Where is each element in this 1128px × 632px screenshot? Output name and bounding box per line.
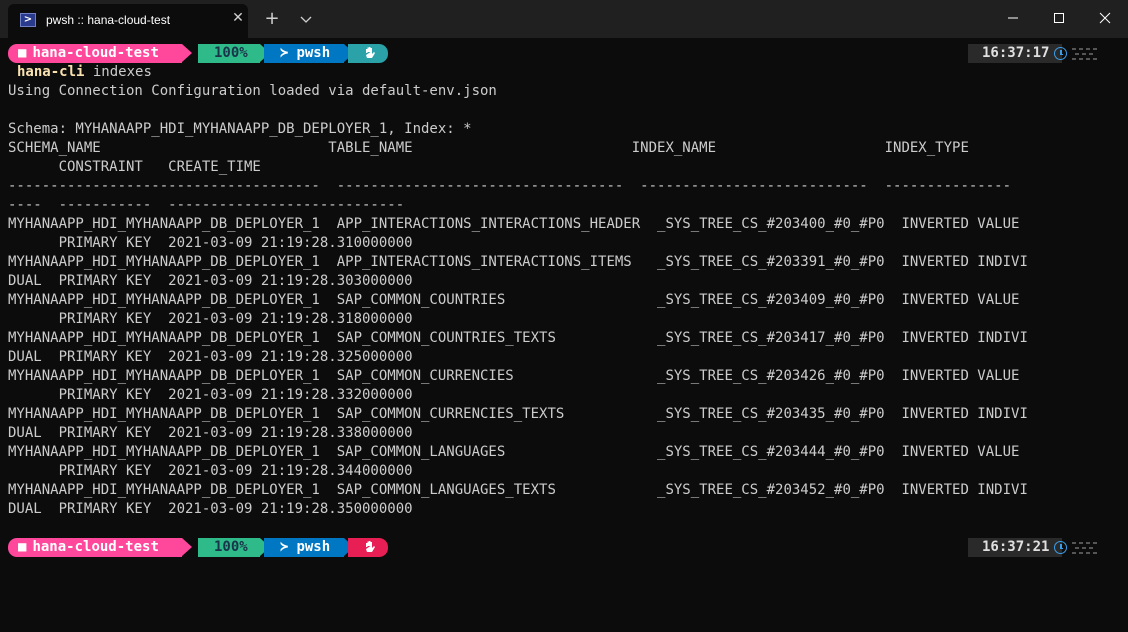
- maximize-button[interactable]: [1036, 0, 1082, 36]
- shell-segment: ≻ pwsh: [264, 44, 344, 63]
- battery-level: 100%: [214, 539, 248, 555]
- hand-icon: [366, 47, 375, 58]
- prompt-path-segment: ■ hana-cloud-test: [8, 44, 182, 63]
- prompt-time: 16:37:21: [968, 538, 1062, 557]
- shell-segment: ≻ pwsh: [264, 538, 344, 557]
- new-tab-button[interactable]: +: [262, 8, 282, 30]
- battery-segment: 100%: [198, 538, 260, 557]
- clock-icon: [1054, 541, 1067, 554]
- segment-arrow: [182, 44, 192, 62]
- output-line: Using Connection Configuration loaded vi…: [8, 83, 497, 99]
- prompt-path: hana-cloud-test: [32, 45, 159, 61]
- command-name: hana-cli: [17, 64, 85, 80]
- table-header: CONSTRAINT CREATE_TIME: [8, 159, 261, 175]
- minimize-icon: [1008, 17, 1018, 19]
- tab-dropdown-button[interactable]: [296, 9, 316, 29]
- table-row: MYHANAAPP_HDI_MYHANAAPP_DB_DEPLOYER_1 SA…: [8, 482, 1028, 498]
- table-row: DUAL PRIMARY KEY 2021-03-09 21:19:28.303…: [8, 273, 413, 289]
- battery-level: 100%: [214, 45, 248, 61]
- shell-name: pwsh: [296, 45, 331, 61]
- prompt-trail-icon: [1072, 48, 1097, 60]
- title-bar: > pwsh :: hana-cloud-test ✕ +: [0, 0, 1128, 38]
- table-divider: ------------------------------------- --…: [8, 178, 1012, 194]
- battery-segment: 100%: [198, 44, 260, 63]
- table-row: PRIMARY KEY 2021-03-09 21:19:28.33200000…: [8, 387, 413, 403]
- folder-icon: ■: [18, 539, 27, 555]
- table-row: PRIMARY KEY 2021-03-09 21:19:28.31000000…: [8, 235, 413, 251]
- segment-arrow: [182, 538, 192, 556]
- output-line: Schema: MYHANAAPP_HDI_MYHANAAPP_DB_DEPLO…: [8, 121, 472, 137]
- shell-chevron-icon: ≻: [280, 539, 289, 555]
- table-row: DUAL PRIMARY KEY 2021-03-09 21:19:28.325…: [8, 349, 413, 365]
- close-tab-icon[interactable]: ✕: [230, 10, 246, 28]
- status-segment: [348, 538, 388, 557]
- prompt-time: 16:37:17: [968, 44, 1062, 63]
- prompt-line: ■ hana-cloud-test 100% ≻ pwsh 16:37:17: [8, 44, 1120, 63]
- table-divider: ---- ----------- -----------------------…: [8, 197, 405, 213]
- shell-chevron-icon: ≻: [280, 45, 289, 61]
- powershell-icon: >: [20, 13, 36, 27]
- clock-icon: [1054, 47, 1067, 60]
- prompt-path-segment: ■ hana-cloud-test: [8, 538, 182, 557]
- close-window-button[interactable]: [1082, 0, 1128, 36]
- table-row: MYHANAAPP_HDI_MYHANAAPP_DB_DEPLOYER_1 SA…: [8, 368, 1020, 384]
- command-line: hana-cli indexes: [17, 63, 152, 82]
- minimize-button[interactable]: [990, 0, 1036, 36]
- table-row: MYHANAAPP_HDI_MYHANAAPP_DB_DEPLOYER_1 AP…: [8, 216, 1020, 232]
- folder-icon: ■: [18, 45, 27, 61]
- shell-name: pwsh: [296, 539, 331, 555]
- table-row: MYHANAAPP_HDI_MYHANAAPP_DB_DEPLOYER_1 SA…: [8, 292, 1020, 308]
- table-row: MYHANAAPP_HDI_MYHANAAPP_DB_DEPLOYER_1 SA…: [8, 330, 1028, 346]
- table-row: MYHANAAPP_HDI_MYHANAAPP_DB_DEPLOYER_1 SA…: [8, 444, 1020, 460]
- table-row: DUAL PRIMARY KEY 2021-03-09 21:19:28.338…: [8, 425, 413, 441]
- table-row: MYHANAAPP_HDI_MYHANAAPP_DB_DEPLOYER_1 SA…: [8, 406, 1028, 422]
- tab-title: pwsh :: hana-cloud-test: [46, 13, 171, 27]
- command-argument: indexes: [84, 64, 152, 80]
- table-header: SCHEMA_NAME TABLE_NAME INDEX_NAME INDEX_…: [8, 140, 969, 156]
- table-row: PRIMARY KEY 2021-03-09 21:19:28.31800000…: [8, 311, 413, 327]
- status-segment: [348, 44, 388, 63]
- table-row: MYHANAAPP_HDI_MYHANAAPP_DB_DEPLOYER_1 AP…: [8, 254, 1028, 270]
- close-icon: [1099, 12, 1111, 24]
- table-row: PRIMARY KEY 2021-03-09 21:19:28.34400000…: [8, 463, 413, 479]
- prompt-trail-icon: [1072, 542, 1097, 554]
- terminal-tab[interactable]: > pwsh :: hana-cloud-test ✕: [8, 4, 248, 38]
- terminal-pane[interactable]: ■ hana-cloud-test 100% ≻ pwsh 16:37:17 han…: [8, 44, 1120, 624]
- prompt-path: hana-cloud-test: [32, 539, 159, 555]
- table-row: DUAL PRIMARY KEY 2021-03-09 21:19:28.350…: [8, 501, 413, 517]
- hand-icon: [366, 541, 375, 552]
- prompt-line: ■ hana-cloud-test 100% ≻ pwsh 16:37:21: [8, 538, 1120, 557]
- maximize-icon: [1054, 13, 1064, 23]
- chevron-down-icon: [300, 16, 312, 23]
